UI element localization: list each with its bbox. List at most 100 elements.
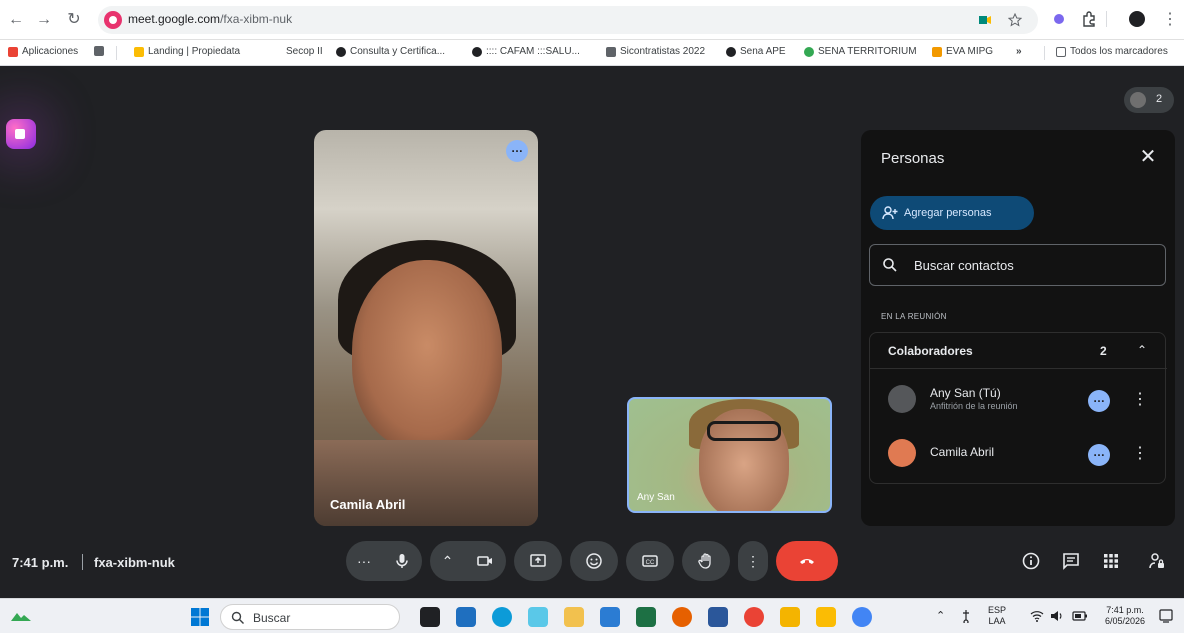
bookmark-star-icon[interactable] (1008, 13, 1022, 27)
bookmark-sicontratistas[interactable]: Sicontratistas 2022 (606, 46, 705, 57)
participant-row[interactable]: Camila Abril … ⋮ (870, 431, 1167, 479)
bookmark-landing[interactable]: Landing | Propiedata (134, 46, 240, 57)
meeting-time: 7:41 p.m. (12, 555, 69, 570)
input-language-indicator[interactable]: ESP LAA (988, 605, 1006, 627)
chrome-profile-icon[interactable] (852, 607, 872, 627)
bookmark-tabs-grid[interactable] (94, 46, 104, 56)
star-logo-icon (606, 46, 616, 57)
chrome-icon[interactable] (744, 607, 764, 627)
tile-participant-name: Camila Abril (330, 497, 406, 512)
excel-icon[interactable] (636, 607, 656, 627)
app-icon[interactable] (528, 607, 548, 627)
windows-taskbar: Buscar ⌃ ESP LAA 7:41 p.m. 6/05/2026 (0, 598, 1184, 633)
edge-icon[interactable] (492, 607, 512, 627)
bookmarks-overflow-button[interactable]: » (1016, 46, 1022, 57)
task-view-icon[interactable] (420, 607, 440, 627)
forward-arrow-icon[interactable]: → (34, 10, 54, 30)
app-icon[interactable] (780, 607, 800, 627)
leave-call-button[interactable] (776, 541, 838, 581)
participant-tile-main[interactable]: … Camila Abril (314, 130, 538, 526)
bookmark-eva-mipg[interactable]: EVA MIPG (932, 46, 993, 57)
collaborators-header[interactable]: Colaboradores 2 ⌃ (870, 333, 1167, 369)
participant-options-button[interactable]: … (1088, 390, 1110, 412)
lock-person-icon (1149, 553, 1164, 569)
meet-extension-icon[interactable] (978, 13, 992, 27)
system-clock[interactable]: 7:41 p.m. 6/05/2026 (1098, 605, 1152, 627)
participant-options-button[interactable]: … (1088, 444, 1110, 466)
host-controls-button[interactable] (1146, 550, 1168, 572)
chat-button[interactable] (1060, 550, 1082, 572)
raise-hand-button[interactable] (682, 541, 730, 581)
wifi-icon[interactable] (1030, 609, 1044, 623)
raise-hand-icon (698, 553, 711, 569)
url-text[interactable]: meet.google.com/fxa-xibm-nuk (128, 12, 292, 26)
word-icon[interactable] (708, 607, 728, 627)
camera-icon[interactable] (476, 552, 494, 570)
apps-grid-icon (1104, 554, 1118, 568)
meet-stage: 2 … Camila Abril Any San Personas ✕ Agre… (0, 67, 1184, 598)
bookmark-apps[interactable]: Aplicaciones (8, 46, 78, 57)
tile-options-button[interactable]: … (506, 140, 528, 162)
volume-icon[interactable] (1050, 609, 1064, 623)
bookmark-divider (1044, 46, 1045, 60)
back-arrow-icon[interactable]: ← (6, 10, 26, 30)
add-people-button[interactable]: Agregar personas (870, 196, 1034, 230)
battery-icon[interactable] (1072, 610, 1088, 622)
microphone-icon[interactable] (393, 552, 411, 570)
usb-icon[interactable] (960, 609, 972, 623)
meet-companion-icon[interactable] (6, 119, 36, 149)
tab-grid-icon (94, 46, 104, 56)
windows-start-icon[interactable] (190, 607, 210, 627)
more-options-button[interactable]: ⋮ (738, 541, 768, 581)
audio-options-icon[interactable]: ··· (357, 553, 371, 569)
clock-date: 6/05/2026 (1104, 616, 1146, 626)
weather-widget-icon[interactable] (10, 609, 32, 623)
bookmark-label: SENA TERRITORIUM (818, 46, 917, 57)
close-icon[interactable]: ✕ (1137, 146, 1159, 168)
file-explorer-icon[interactable] (564, 607, 584, 627)
profile-extension-icon[interactable] (1050, 10, 1068, 28)
bookmark-sena-territorium[interactable]: SENA TERRITORIUM (804, 46, 917, 57)
meeting-code: fxa-xibm-nuk (94, 555, 175, 570)
powerbi-icon[interactable] (816, 607, 836, 627)
reactions-button[interactable] (570, 541, 618, 581)
participant-row[interactable]: Any San (Tú) Anfitrión de la reunión … ⋮ (870, 377, 1167, 425)
meeting-details-button[interactable] (1020, 550, 1042, 572)
panel-title: Personas (881, 150, 945, 167)
present-screen-button[interactable] (514, 541, 562, 581)
bookmark-sena-ape[interactable]: Sena APE (726, 46, 786, 57)
participant-role: Anfitrión de la reunión (930, 401, 1018, 411)
bookmark-consulta[interactable]: Consulta y Certifica... (336, 46, 445, 57)
bookmark-cafam[interactable]: :::: CAFAM :::SALU... (472, 46, 580, 57)
chevron-up-icon[interactable]: ⌃ (1134, 342, 1150, 358)
reload-icon[interactable]: ↻ (64, 10, 84, 30)
browser-menu-icon[interactable]: ⋮ (1160, 10, 1180, 30)
captions-button[interactable]: CC (626, 541, 674, 581)
activities-button[interactable] (1100, 550, 1122, 572)
notifications-icon[interactable] (1158, 608, 1174, 624)
tray-chevron-up-icon[interactable]: ⌃ (936, 609, 945, 622)
add-people-label: Agregar personas (904, 207, 992, 219)
firefox-icon[interactable] (672, 607, 692, 627)
bookmarks-bar: Aplicaciones Landing | Propiedata Secop … (0, 40, 1184, 66)
bookmark-secop[interactable]: Secop II (286, 46, 323, 57)
participants-indicator[interactable]: 2 (1124, 87, 1174, 113)
info-divider (82, 554, 83, 570)
collaborators-group: Colaboradores 2 ⌃ Any San (Tú) Anfitrión… (869, 332, 1167, 484)
kebab-menu-icon[interactable]: ⋮ (1132, 389, 1148, 411)
folder-icon (1056, 46, 1066, 57)
taskbar-search-label: Buscar (253, 611, 291, 625)
photos-icon[interactable] (600, 607, 620, 627)
chevron-up-icon[interactable]: ⌃ (442, 553, 454, 570)
profile-avatar-icon[interactable] (1128, 10, 1146, 28)
store-icon[interactable] (456, 607, 476, 627)
address-bar[interactable]: meet.google.com/fxa-xibm-nuk (98, 6, 1038, 34)
participant-count: 2 (1156, 93, 1163, 105)
bookmark-all[interactable]: Todos los marcadores (1056, 46, 1168, 57)
taskbar-search[interactable]: Buscar (220, 604, 400, 630)
contacts-search[interactable] (869, 244, 1166, 286)
kebab-menu-icon[interactable]: ⋮ (1132, 443, 1148, 465)
search-contacts-input[interactable] (914, 255, 1154, 275)
self-view-tile[interactable]: Any San (627, 397, 832, 513)
extensions-puzzle-icon[interactable] (1080, 10, 1098, 28)
